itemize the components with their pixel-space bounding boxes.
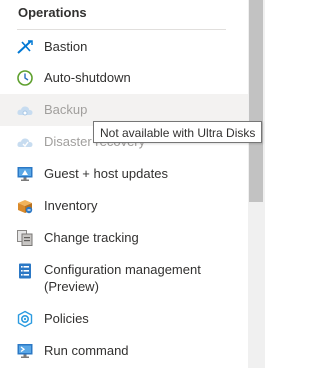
config-list-icon <box>16 262 34 280</box>
bastion-icon <box>16 38 34 56</box>
tooltip-not-available: Not available with Ultra Disks <box>93 121 263 143</box>
menu-item-guest-host-updates[interactable]: Guest + host updates <box>0 164 248 184</box>
menu-item-label: Auto-shutdown <box>44 70 131 85</box>
menu-item-bastion[interactable]: Bastion <box>0 37 248 57</box>
section-title-operations: Operations <box>18 5 87 20</box>
menu-item-label: Policies <box>44 311 89 326</box>
cloud-recovery-icon <box>16 133 34 151</box>
operations-menu-page: Operations Bastion Auto-shutdown Backup … <box>0 0 279 368</box>
clock-icon <box>16 69 34 87</box>
menu-item-inventory[interactable]: Inventory <box>0 196 248 216</box>
policy-gear-icon <box>16 310 34 328</box>
menu-item-label: Run command <box>44 343 129 358</box>
menu-item-label: Inventory <box>44 198 98 213</box>
menu-item-label: Bastion <box>44 39 88 54</box>
menu-item-configuration-management[interactable]: Configuration management (Preview) <box>0 260 248 296</box>
cloud-backup-icon <box>16 101 34 119</box>
scrollbar-thumb[interactable] <box>249 0 263 202</box>
terminal-run-icon <box>16 342 34 360</box>
menu-item-policies[interactable]: Policies <box>0 309 248 329</box>
menu-item-run-command[interactable]: Run command <box>0 341 248 361</box>
menu-item-label-preview: (Preview) <box>44 279 99 294</box>
menu-item-label: Guest + host updates <box>44 166 168 181</box>
menu-item-label: Backup <box>44 102 88 117</box>
section-divider <box>17 29 226 30</box>
menu-item-label: Change tracking <box>44 230 139 245</box>
menu-item-change-tracking[interactable]: Change tracking <box>0 228 248 248</box>
box-inventory-icon <box>16 197 34 215</box>
operations-menu-panel: Operations Bastion Auto-shutdown Backup … <box>0 0 248 368</box>
monitor-update-icon <box>16 165 34 183</box>
change-tracking-icon <box>16 229 34 247</box>
menu-item-auto-shutdown[interactable]: Auto-shutdown <box>0 68 248 88</box>
menu-item-label: Configuration management <box>44 262 201 277</box>
